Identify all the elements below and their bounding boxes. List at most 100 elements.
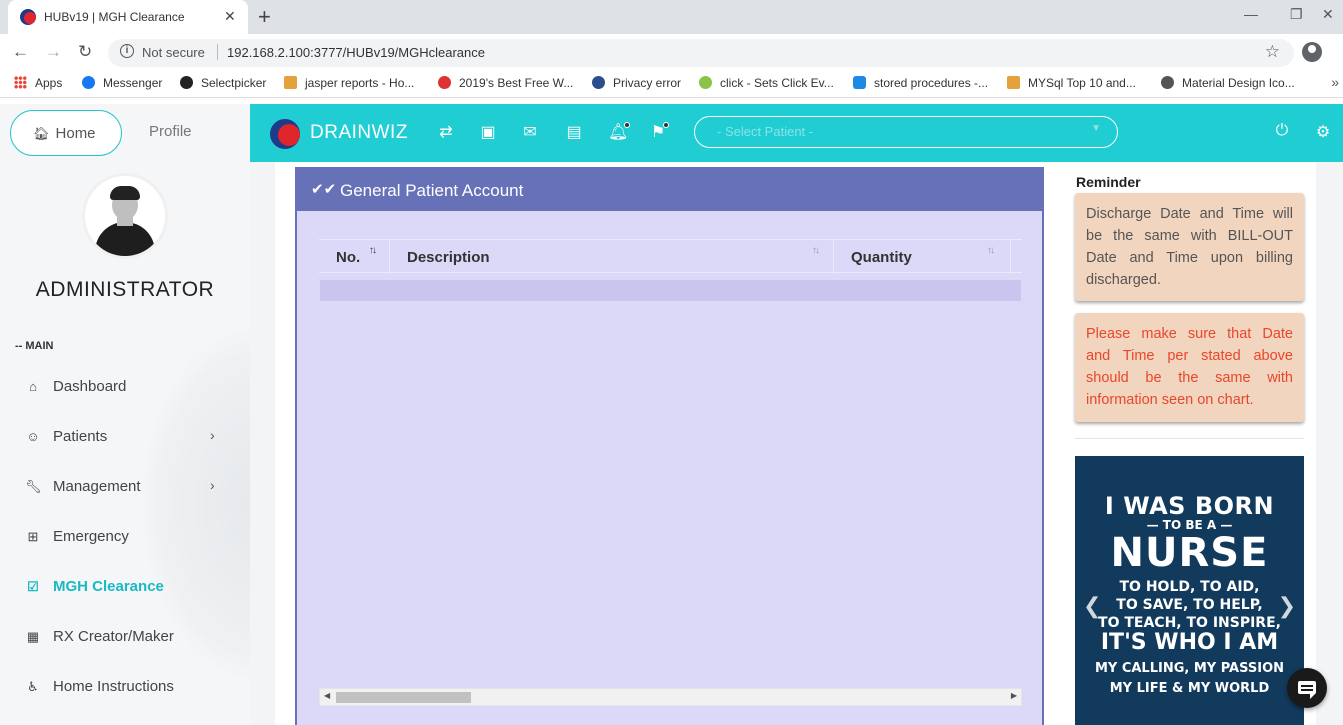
address-bar: ← → ↻ i Not secure 192.168.2.100:3777/HU… [0, 34, 1343, 70]
home-icon: 🏠︎ [33, 126, 50, 141]
new-tab-button[interactable]: + [258, 4, 271, 30]
sort-asc-icon[interactable]: ↑↓ [369, 245, 377, 256]
profile-tab-button[interactable]: Profile [149, 123, 192, 140]
carousel-next-icon[interactable]: ❯ [1278, 594, 1296, 619]
url-text[interactable]: 192.168.2.100:3777/HUBv19/MGHclearance [227, 45, 485, 60]
sidebar-item-dashboard[interactable]: ⌂ Dashboard [25, 376, 225, 400]
bookmark-star-icon[interactable]: ☆ [1265, 42, 1280, 62]
bookmark-label: 2019's Best Free W... [459, 76, 574, 90]
double-check-icon: ✔✔ [311, 181, 337, 198]
window-close-icon[interactable]: ✕ [1322, 6, 1334, 23]
reminder-note: Discharge Date and Time will be the same… [1075, 193, 1304, 301]
column-header-no[interactable]: No. [336, 249, 360, 266]
site-icon [699, 76, 712, 89]
column-header-quantity[interactable]: Quantity [851, 249, 912, 266]
avatar-body [95, 222, 155, 256]
column-header-description[interactable]: Description [407, 249, 490, 266]
scrollbar-thumb[interactable] [336, 692, 471, 703]
bookmark-item[interactable]: Material Design Ico... [1161, 76, 1295, 90]
wrench-icon: 🔧︎ [25, 479, 42, 494]
calendar-icon[interactable]: ▣ [478, 122, 498, 142]
divider [1075, 438, 1304, 439]
scroll-left-icon[interactable]: ◀ [324, 691, 330, 700]
favicon-icon [20, 9, 36, 25]
reload-icon[interactable]: ↻ [78, 42, 92, 62]
gear-icon[interactable]: ⚙ [1313, 122, 1333, 142]
bookmark-item[interactable]: stored procedures -... [853, 76, 988, 90]
panel-title: General Patient Account [340, 181, 524, 200]
sidebar-item-mgh-clearance[interactable]: ☑ MGH Clearance [25, 576, 225, 600]
globe-icon [592, 76, 605, 89]
omnibox[interactable]: i Not secure 192.168.2.100:3777/HUBv19/M… [108, 39, 1294, 67]
app-header: DRAINWIZ ⇄ ▣ ✉ ▤ 🔔︎ ⚑ - Select Patient -… [250, 104, 1343, 162]
bookmark-item[interactable]: Privacy error [592, 76, 681, 90]
reminder-warning-note: Please make sure that Date and Time per … [1075, 313, 1304, 422]
sidebar-item-patients[interactable]: ☺ Patients › [25, 426, 225, 450]
bookmark-item[interactable]: Apps [14, 76, 62, 90]
bookmarks-bar: Apps Messenger Selectpicker jasper repor… [0, 70, 1343, 98]
scroll-right-icon[interactable]: ▶ [1011, 691, 1017, 700]
carousel-prev-icon[interactable]: ❮ [1083, 594, 1101, 619]
avatar [85, 176, 165, 256]
bookmark-item[interactable]: jasper reports - Ho... [284, 76, 414, 90]
table-row [320, 280, 1021, 301]
sidebar-item-emergency[interactable]: ⊞ Emergency [25, 526, 225, 550]
sidebar-item-label: Management [53, 478, 141, 495]
accessible-icon: ♿︎ [27, 679, 39, 694]
bookmark-label: MYSql Top 10 and... [1028, 76, 1136, 90]
chat-button[interactable] [1287, 668, 1327, 708]
section-label: -- MAIN [15, 340, 54, 352]
apps-grid-icon [14, 76, 27, 89]
home-tab-button[interactable]: 🏠︎ Home [10, 110, 122, 156]
forward-icon[interactable]: → [45, 42, 62, 62]
chat-icon-line [1301, 685, 1313, 687]
chevron-right-icon: › [210, 427, 215, 443]
user-name: ADMINISTRATOR [35, 278, 215, 301]
browser-tab[interactable]: HUBv19 | MGH Clearance ✕ [8, 0, 248, 34]
mail-icon[interactable]: ✉ [520, 122, 540, 142]
github-icon [180, 76, 193, 89]
sidebar-item-management[interactable]: 🔧︎ Management › [25, 476, 225, 500]
restore-icon[interactable]: ❐ [1290, 6, 1303, 23]
back-icon[interactable]: ← [12, 42, 29, 62]
checkbox-icon: ☑ [27, 579, 39, 594]
sort-icon[interactable]: ↑↓ [812, 245, 820, 256]
bookmark-label: Privacy error [613, 76, 682, 90]
notification-dot [663, 122, 669, 128]
face-icon: ☺ [26, 429, 40, 444]
avatar-hair [110, 186, 140, 200]
omnibox-divider [217, 44, 218, 60]
sort-icon[interactable]: ↑↓ [987, 245, 995, 256]
info-icon[interactable]: i [120, 44, 134, 58]
select-patient-placeholder: - Select Patient - [717, 124, 814, 139]
stackoverflow-icon [284, 76, 297, 89]
notification-dot [624, 122, 630, 128]
bookmark-item[interactable]: Selectpicker [180, 76, 266, 90]
swap-icon[interactable]: ⇄ [436, 122, 456, 142]
bookmark-item[interactable]: Messenger [82, 76, 162, 90]
bookmark-item[interactable]: MYSql Top 10 and... [1007, 76, 1136, 90]
sidebar-item-home-instructions[interactable]: ♿︎ Home Instructions [25, 676, 225, 700]
bookmark-item[interactable]: click - Sets Click Ev... [699, 76, 834, 90]
nurse-poster-carousel: I WAS BORN — TO BE A — NURSE TO HOLD, TO… [1075, 456, 1304, 725]
plus-box-icon: ⊞ [27, 529, 39, 544]
bookmark-item[interactable]: 2019's Best Free W... [438, 76, 573, 90]
bookmark-label: jasper reports - Ho... [305, 76, 415, 90]
poster-line: MY LIFE & MY WORLD [1109, 681, 1270, 696]
minimize-icon[interactable]: — [1244, 6, 1258, 22]
sidebar-item-rx-creator[interactable]: ▦ RX Creator/Maker [25, 626, 225, 650]
site-icon [438, 76, 451, 89]
select-patient-dropdown[interactable]: - Select Patient - ▼ [694, 116, 1118, 148]
close-tab-icon[interactable]: ✕ [224, 8, 236, 25]
account-icon[interactable] [1302, 42, 1322, 62]
more-bookmarks-icon[interactable]: » [1331, 74, 1339, 90]
bookmark-label: stored procedures -... [874, 76, 989, 90]
home-label: Home [55, 125, 96, 142]
horizontal-scrollbar[interactable]: ◀ ▶ [319, 688, 1022, 706]
contact-card-icon[interactable]: ▤ [564, 122, 584, 142]
poster-line: MY CALLING, MY PASSION [1094, 661, 1285, 676]
general-patient-account-panel: ✔✔ General Patient Account No. ↑↓ Descri… [295, 167, 1044, 725]
chevron-right-icon: › [210, 477, 215, 493]
bookmark-label: Material Design Ico... [1182, 76, 1295, 90]
power-icon[interactable]: ⏻ [1272, 122, 1292, 140]
